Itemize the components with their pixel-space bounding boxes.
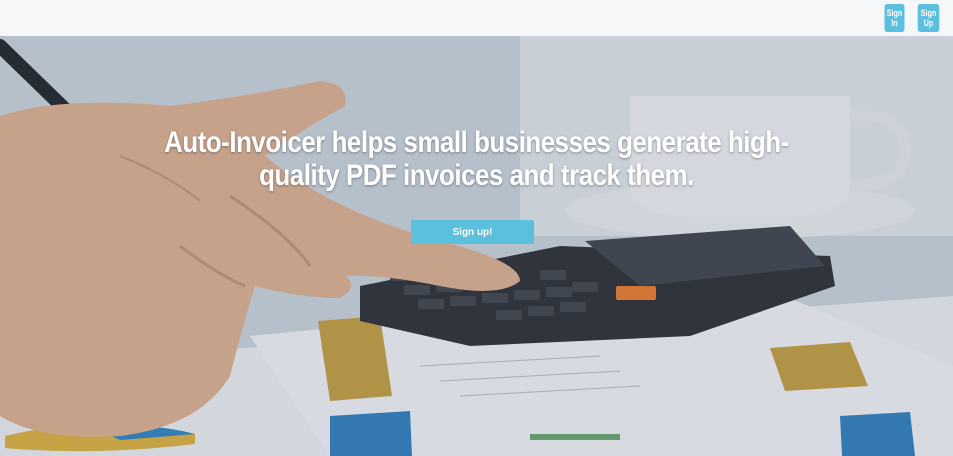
hero-overlay <box>0 36 953 456</box>
sign-in-button[interactable]: Sign In <box>884 4 905 32</box>
hero-section: Auto-Invoicer helps small businesses gen… <box>0 36 953 456</box>
hero-title: Auto-Invoicer helps small businesses gen… <box>164 126 789 192</box>
top-navbar: Sign In Sign Up <box>0 0 953 36</box>
hero-sign-up-button[interactable]: Sign up! <box>411 220 534 244</box>
sign-up-button[interactable]: Sign Up <box>917 4 940 32</box>
